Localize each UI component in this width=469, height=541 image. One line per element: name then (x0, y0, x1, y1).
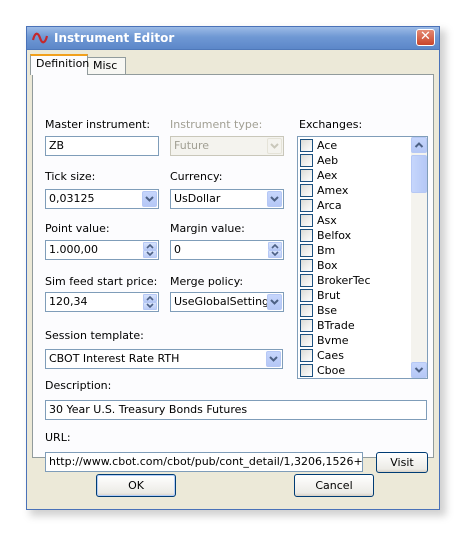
instrument-editor-window: Instrument Editor ✕ Definition Misc Mast… (26, 26, 440, 510)
tab-definition[interactable]: Definition (30, 54, 89, 75)
url-input[interactable]: http://www.cbot.com/cbot/pub/cont_detail… (45, 452, 363, 472)
currency-label: Currency: (170, 170, 223, 183)
sim-feed-start-price-value: 120,34 (49, 295, 88, 308)
session-template-select[interactable]: CBOT Interest Rate RTH (45, 349, 283, 369)
checkbox[interactable] (300, 364, 313, 377)
checkbox[interactable] (300, 274, 313, 287)
ok-button[interactable]: OK (96, 474, 176, 497)
point-value-label: Point value: (45, 222, 110, 235)
currency-value: UsDollar (174, 192, 221, 205)
tick-size-value: 0,03125 (49, 192, 95, 205)
instrument-type-label: Instrument type: (170, 118, 263, 131)
window-title: Instrument Editor (54, 31, 175, 45)
chevron-down-icon[interactable] (142, 191, 157, 207)
tick-size-label: Tick size: (45, 170, 96, 183)
checkbox[interactable] (300, 229, 313, 242)
currency-select[interactable]: UsDollar (170, 189, 284, 209)
spin-up-icon[interactable] (268, 242, 282, 250)
checkbox[interactable] (300, 244, 313, 257)
merge-policy-label: Merge policy: (170, 275, 244, 288)
checkbox[interactable] (300, 304, 313, 317)
close-icon: ✕ (420, 29, 431, 44)
exchanges-list[interactable]: Ace Aeb Aex Amex Arca Asx Belfox Bm Box … (297, 136, 428, 379)
visit-button[interactable]: Visit (376, 452, 428, 473)
checkbox[interactable] (300, 169, 313, 182)
checkbox[interactable] (300, 139, 313, 152)
scroll-up-icon[interactable] (411, 137, 427, 153)
instrument-type-value: Future (174, 139, 210, 152)
merge-policy-value: UseGlobalSettings (174, 295, 275, 308)
scroll-down-icon[interactable] (411, 362, 427, 378)
scroll-thumb[interactable] (411, 155, 427, 193)
chevron-down-icon (267, 138, 282, 154)
spin-up-icon[interactable] (143, 242, 157, 250)
checkbox[interactable] (300, 154, 313, 167)
title-bar[interactable]: Instrument Editor ✕ (27, 27, 439, 50)
chevron-down-icon[interactable] (267, 294, 282, 310)
chevron-down-icon[interactable] (267, 191, 282, 207)
checkbox[interactable] (300, 349, 313, 362)
description-label: Description: (45, 379, 112, 392)
point-value-value: 1.000,00 (49, 243, 98, 256)
merge-policy-select[interactable]: UseGlobalSettings (170, 292, 284, 312)
spin-down-icon[interactable] (268, 250, 282, 258)
checkbox[interactable] (300, 334, 313, 347)
margin-value-value: 0 (174, 243, 181, 256)
cancel-button[interactable]: Cancel (294, 474, 374, 497)
instrument-type-select: Future (170, 136, 284, 156)
margin-value-label: Margin value: (170, 222, 245, 235)
spin-up-icon[interactable] (143, 294, 157, 302)
app-logo-icon (32, 31, 48, 45)
sim-feed-start-price-stepper[interactable]: 120,34 (45, 292, 159, 312)
close-button[interactable]: ✕ (416, 29, 435, 46)
description-input[interactable]: 30 Year U.S. Treasury Bonds Futures (45, 400, 427, 420)
checkbox[interactable] (300, 259, 313, 272)
session-template-value: CBOT Interest Rate RTH (49, 352, 180, 365)
master-instrument-label: Master instrument: (45, 118, 151, 131)
tab-misc[interactable]: Misc (87, 57, 126, 74)
spin-down-icon[interactable] (143, 250, 157, 258)
checkbox[interactable] (300, 184, 313, 197)
checkbox[interactable] (300, 199, 313, 212)
session-template-label: Session template: (45, 329, 144, 342)
checkbox[interactable] (300, 319, 313, 332)
master-instrument-input[interactable]: ZB (45, 136, 159, 156)
chevron-down-icon[interactable] (266, 351, 281, 367)
checkbox[interactable] (300, 214, 313, 227)
checkbox[interactable] (300, 289, 313, 302)
tick-size-select[interactable]: 0,03125 (45, 189, 159, 209)
url-label: URL: (45, 431, 71, 444)
definition-panel: Master instrument: ZB Instrument type: F… (32, 74, 434, 473)
margin-value-stepper[interactable]: 0 (170, 240, 284, 260)
exchanges-scrollbar[interactable] (411, 137, 427, 378)
sim-feed-start-price-label: Sim feed start price: (45, 275, 158, 288)
point-value-stepper[interactable]: 1.000,00 (45, 240, 159, 260)
exchanges-label: Exchanges: (299, 118, 363, 131)
spin-down-icon[interactable] (143, 302, 157, 310)
